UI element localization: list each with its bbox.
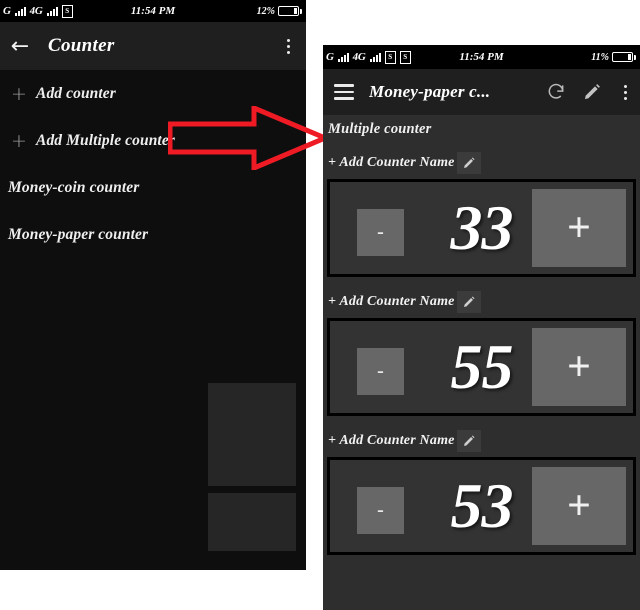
counter-card: 53 - + xyxy=(327,457,636,555)
overflow-menu-icon[interactable] xyxy=(270,22,306,70)
counter-list-body: Multiple counter + Add Counter Name 33 -… xyxy=(323,115,640,610)
hamburger-menu-icon[interactable] xyxy=(323,69,365,115)
overflow-menu-icon[interactable] xyxy=(610,69,640,115)
left-app-bar: ← Counter xyxy=(0,22,306,70)
refresh-icon[interactable] xyxy=(538,69,574,115)
placeholder-box-upper xyxy=(208,383,296,486)
sidebar-item-add-multiple-counter[interactable]: + Add Multiple counter xyxy=(0,117,306,164)
decrement-button[interactable]: - xyxy=(357,487,404,534)
right-app-bar: Money-paper c... xyxy=(323,69,640,115)
placeholder-box-lower xyxy=(208,493,296,551)
pencil-edit-icon[interactable] xyxy=(456,430,481,452)
increment-button[interactable]: + xyxy=(532,328,626,406)
page-title: Money-paper c... xyxy=(369,82,491,101)
add-counter-name-row[interactable]: + Add Counter Name xyxy=(323,428,640,454)
right-phone-screen: G 4G S S 11:54 PM 11% Money-paper c... M… xyxy=(323,45,640,610)
plus-icon: + xyxy=(11,82,27,105)
page-title: Counter xyxy=(48,35,115,56)
pencil-edit-icon[interactable] xyxy=(574,69,610,115)
counter-card: 55 - + xyxy=(327,318,636,416)
add-counter-name-row[interactable]: + Add Counter Name xyxy=(323,289,640,315)
counter-card: 33 - + xyxy=(327,179,636,277)
section-title: Multiple counter xyxy=(328,121,432,137)
add-counter-name-row[interactable]: + Add Counter Name xyxy=(323,150,640,176)
pencil-edit-icon[interactable] xyxy=(456,291,481,313)
battery-icon xyxy=(612,52,636,62)
plus-icon: + xyxy=(11,129,27,152)
pencil-edit-icon[interactable] xyxy=(456,152,481,174)
increment-button[interactable]: + xyxy=(532,467,626,545)
increment-button[interactable]: + xyxy=(532,189,626,267)
drawer-menu-list: + Add counter + Add Multiple counter Mon… xyxy=(0,70,306,258)
decrement-button[interactable]: - xyxy=(357,209,404,256)
sidebar-item-label: Add Multiple counter xyxy=(36,131,175,149)
sidebar-item-money-coin-counter[interactable]: Money-coin counter xyxy=(0,164,306,211)
sidebar-item-label: Add counter xyxy=(36,84,116,102)
left-status-bar: G 4G S 11:54 PM 12% xyxy=(0,0,306,22)
toolbar-actions xyxy=(538,69,640,115)
left-phone-screen: G 4G S 11:54 PM 12% ← Counter + Add coun… xyxy=(0,0,306,570)
add-counter-name-label: + Add Counter Name xyxy=(328,294,455,309)
decrement-button[interactable]: - xyxy=(357,348,404,395)
sidebar-item-label: Money-paper counter xyxy=(8,225,149,243)
sidebar-item-money-paper-counter[interactable]: Money-paper counter xyxy=(0,211,306,258)
add-counter-name-label: + Add Counter Name xyxy=(328,155,455,170)
back-arrow-icon[interactable]: ← xyxy=(0,22,40,70)
status-bar-clock: 11:54 PM xyxy=(459,51,504,63)
sidebar-item-label: Money-coin counter xyxy=(8,178,140,196)
status-bar-clock: 11:54 PM xyxy=(130,5,176,17)
battery-icon xyxy=(278,6,302,16)
add-counter-name-label: + Add Counter Name xyxy=(328,433,455,448)
right-status-bar: G 4G S S 11:54 PM 11% xyxy=(323,45,640,69)
sidebar-item-add-counter[interactable]: + Add counter xyxy=(0,70,306,117)
